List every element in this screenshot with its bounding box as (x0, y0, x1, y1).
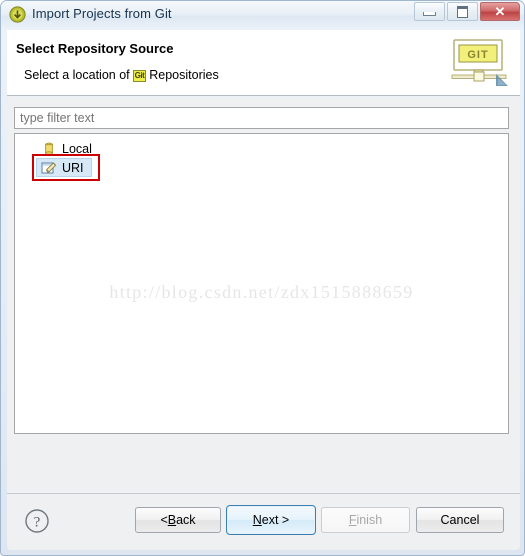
help-icon[interactable]: ? (24, 508, 50, 534)
window-title: Import Projects from Git (32, 6, 172, 21)
description-text-after: Repositories (149, 68, 219, 82)
cancel-button-label: Cancel (440, 513, 480, 527)
title-bar: Import Projects from Git ✕ (1, 1, 524, 29)
svg-text:?: ? (34, 515, 41, 531)
search-input[interactable] (14, 107, 509, 129)
back-button-suffix: ack (176, 513, 196, 527)
minimize-button[interactable] (414, 2, 445, 21)
finish-button: Finish (321, 507, 410, 533)
finish-button-mnemonic: F (348, 513, 357, 527)
next-button[interactable]: Next > (226, 505, 316, 535)
svg-text:GIT: GIT (467, 49, 488, 61)
back-button-prefix: < (160, 513, 168, 527)
git-inline-icon: Git (132, 70, 147, 82)
close-icon: ✕ (494, 3, 506, 19)
maximize-button[interactable] (447, 2, 478, 21)
back-button[interactable]: < Back (135, 507, 221, 533)
page-title: Select Repository Source (16, 41, 174, 56)
next-button-suffix: ext > (261, 513, 290, 527)
back-button-mnemonic: B (167, 513, 177, 527)
git-repository-banner-icon: GIT (451, 39, 508, 86)
repository-source-tree[interactable]: Local URI http://blog.csdn.net/zdx151588… (14, 133, 509, 434)
minimize-icon (423, 12, 436, 16)
watermark-text: http://blog.csdn.net/zdx1515888659 (109, 282, 414, 302)
tree-item-label: URI (62, 160, 84, 175)
tree-item-uri[interactable]: URI (15, 158, 84, 177)
description-text-before: Select a location of (24, 68, 130, 82)
next-button-mnemonic: N (252, 513, 262, 527)
dialog-window: Import Projects from Git ✕ Select Reposi… (0, 0, 525, 556)
git-import-wizard-icon (9, 6, 26, 23)
finish-button-suffix: inish (356, 513, 383, 527)
close-button[interactable]: ✕ (480, 2, 520, 21)
cancel-button[interactable]: Cancel (416, 507, 504, 533)
page-description: Select a location of Git Repositories (24, 68, 219, 82)
wizard-banner: Select Repository Source Select a locati… (7, 30, 520, 96)
maximize-icon (457, 5, 468, 18)
uri-edit-icon (41, 160, 57, 176)
dialog-button-bar: ? < Back Next > Finish Cancel (7, 494, 520, 550)
dialog-content: Local URI http://blog.csdn.net/zdx151588… (7, 97, 520, 494)
